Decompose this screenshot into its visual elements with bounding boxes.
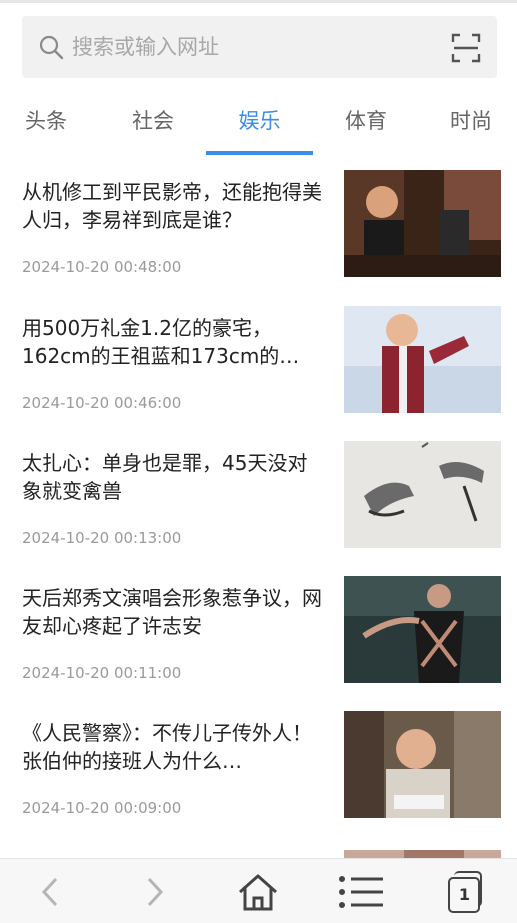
- menu-button[interactable]: [336, 869, 386, 915]
- news-time: 2024-10-20 00:48:00: [22, 258, 182, 276]
- list-item[interactable]: 太扎心：单身也是罪，45天没对象就变禽兽 2024-10-20 00:13:00: [0, 441, 517, 549]
- tab-fashion[interactable]: 时尚: [425, 96, 517, 156]
- news-time: 2024-10-20 00:11:00: [22, 664, 182, 682]
- tabs-icon: 1: [446, 871, 484, 913]
- top-border: [0, 0, 517, 3]
- news-time: 2024-10-20 00:09:00: [22, 799, 182, 817]
- news-thumbnail[interactable]: [344, 711, 501, 818]
- search-icon: [39, 35, 64, 60]
- news-time: 2024-10-20 00:46:00: [22, 394, 182, 412]
- tabs-button[interactable]: 1: [440, 869, 490, 915]
- home-button[interactable]: [233, 869, 283, 915]
- news-time: 2024-10-20 00:13:00: [22, 529, 182, 547]
- news-title[interactable]: 天后郑秀文演唱会形象惹争议，网友却心疼起了许志安: [22, 584, 327, 640]
- forward-button[interactable]: [130, 869, 180, 915]
- tab-entertainment[interactable]: 娱乐: [206, 96, 313, 156]
- news-title[interactable]: 太扎心：单身也是罪，45天没对象就变禽兽: [22, 449, 327, 505]
- search-bar[interactable]: 搜索或输入网址: [22, 16, 497, 78]
- bottom-toolbar: 1: [0, 858, 517, 923]
- news-title[interactable]: 从机修工到平民影帝，还能抱得美人归，李易祥到底是谁？: [22, 178, 327, 234]
- tab-sports[interactable]: 体育: [313, 96, 419, 156]
- back-button[interactable]: [25, 869, 75, 915]
- list-item[interactable]: 《人民警察》：不传儿子传外人！张伯仲的接班人为什么… 2024-10-20 00…: [0, 711, 517, 819]
- back-icon: [41, 877, 58, 907]
- news-thumbnail[interactable]: [344, 170, 501, 277]
- menu-icon: [339, 876, 383, 908]
- search-input[interactable]: 搜索或输入网址: [72, 16, 219, 78]
- forward-icon: [147, 877, 164, 907]
- news-thumbnail[interactable]: [344, 306, 501, 413]
- tab-count: 1: [458, 885, 471, 904]
- news-thumbnail[interactable]: [344, 441, 501, 548]
- home-icon: [239, 874, 277, 911]
- news-title[interactable]: 《人民警察》：不传儿子传外人！张伯仲的接班人为什么…: [22, 719, 327, 775]
- category-tabs: 头条 社会 娱乐 体育 时尚: [0, 96, 517, 156]
- list-item[interactable]: 从机修工到平民影帝，还能抱得美人归，李易祥到底是谁？ 2024-10-20 00…: [0, 170, 517, 278]
- tab-society[interactable]: 社会: [100, 96, 206, 156]
- list-item[interactable]: 天后郑秀文演唱会形象惹争议，网友却心疼起了许志安 2024-10-20 00:1…: [0, 576, 517, 684]
- news-title[interactable]: 用500万礼金1.2亿的豪宅，162cm的王祖蓝和173cm的…: [22, 314, 327, 370]
- active-tab-indicator: [206, 151, 313, 155]
- news-thumbnail[interactable]: [344, 576, 501, 683]
- scan-icon[interactable]: [451, 33, 481, 63]
- list-item[interactable]: 用500万礼金1.2亿的豪宅，162cm的王祖蓝和173cm的… 2024-10…: [0, 306, 517, 414]
- tab-headlines[interactable]: 头条: [0, 96, 92, 156]
